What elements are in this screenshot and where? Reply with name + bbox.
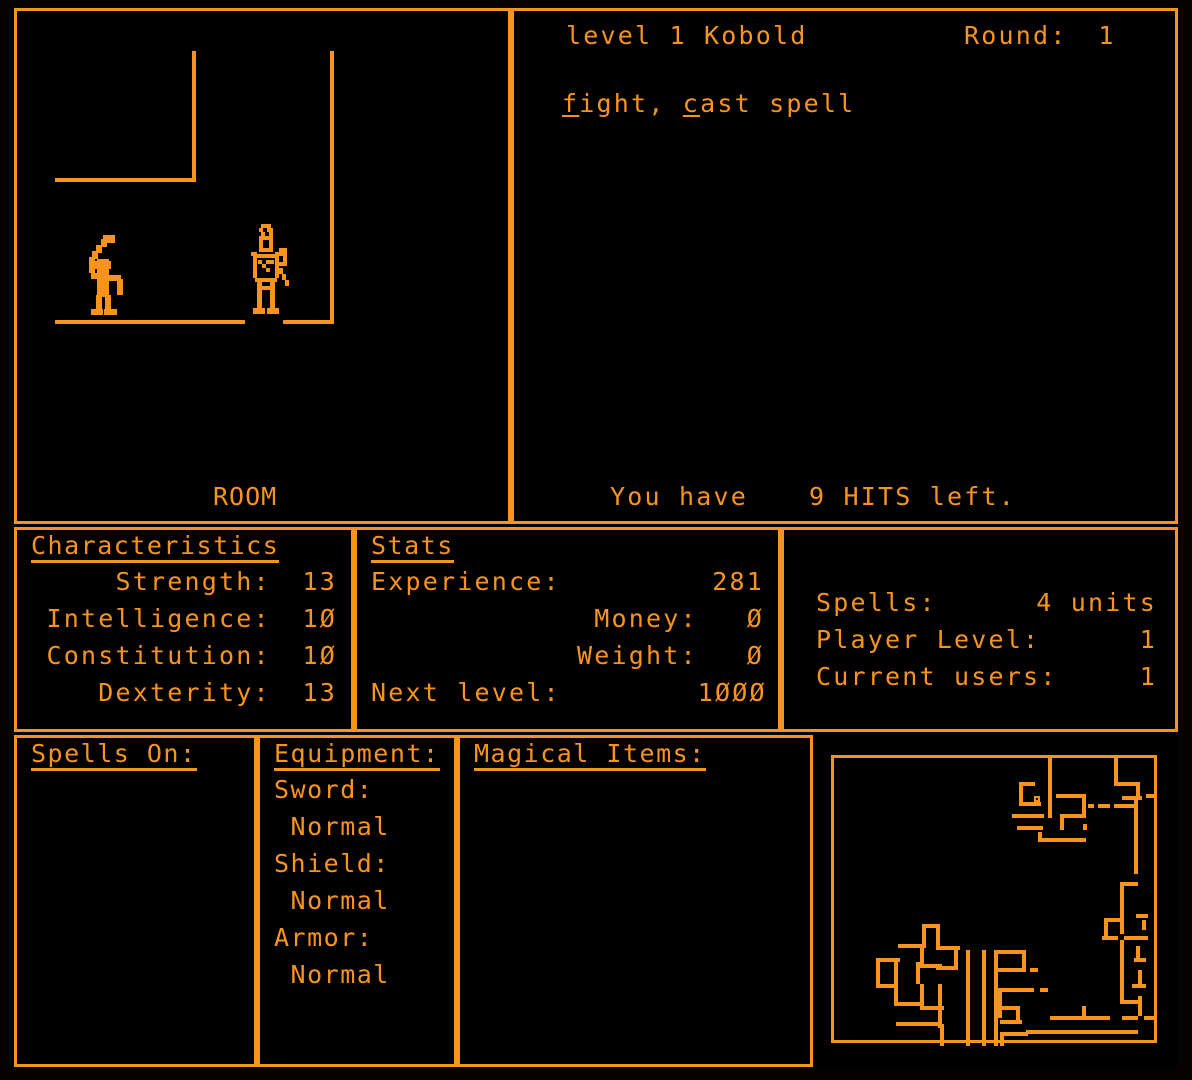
stat-value: 1Ø (302, 604, 337, 634)
stat-key: Constitution: (46, 641, 271, 671)
stat-value: 13 (302, 678, 337, 708)
minimap-maze (834, 758, 1156, 1046)
stat-key: Experience: (371, 567, 561, 597)
session-info-panel: Spells: 4 units Player Level: 1 Current … (781, 527, 1178, 732)
action-fight-hotkey[interactable]: f (562, 89, 579, 118)
stat-value: Ø (746, 604, 764, 634)
stat-value: 13 (302, 567, 337, 597)
stat-row: Next level: 1ØØØ (357, 674, 778, 711)
game-screen: ROOM level 1 Kobold Round: 1 fight, cast … (0, 0, 1192, 1080)
hits-value: 9 (809, 482, 827, 511)
stats-rows: Experience: 281 Money: Ø Weight: Ø Next … (357, 563, 778, 711)
stat-key: Weight: (577, 641, 698, 671)
room-viewport: ROOM (14, 8, 511, 524)
round-indicator: Round: 1 (964, 21, 1116, 50)
room-wall-vertical-upper (192, 51, 196, 182)
knight-figure (251, 224, 289, 314)
info-value: 4 units (1036, 588, 1157, 617)
stat-value: 1ØØØ (697, 678, 767, 708)
info-row: Player Level: 1 (784, 621, 1175, 658)
hits-suffix: HITS left. (843, 482, 1017, 511)
room-wall-vertical-right (330, 51, 334, 324)
magical-items-panel: Magical Items: (457, 735, 813, 1067)
equipment-line: Sword: (274, 775, 374, 805)
equipment-line: Normal (274, 812, 390, 842)
stat-row: Constitution: 1Ø (17, 637, 351, 674)
action-cast-hotkey[interactable]: c (683, 89, 700, 118)
room-wall-horizontal-right (283, 320, 334, 324)
characteristics-rows: Strength: 13 Intelligence: 1Ø Constituti… (17, 563, 351, 711)
stat-key: Strength: (115, 567, 271, 597)
equipment-line: Normal (274, 886, 390, 916)
stat-value: 281 (712, 567, 764, 597)
info-value: 1 (1139, 662, 1157, 691)
spells-on-panel: Spells On: (14, 735, 257, 1067)
stat-key: Next level: (371, 678, 561, 708)
info-key: Spells: (816, 588, 937, 617)
info-value: 1 (1139, 625, 1157, 654)
round-label: Round: (964, 21, 1068, 50)
stat-key: Intelligence: (46, 604, 271, 634)
info-row: Current users: 1 (784, 658, 1175, 695)
round-value: 1 (1098, 21, 1116, 50)
stats-panel: Stats Experience: 281 Money: Ø Weight: Ø… (354, 527, 781, 732)
stats-title: Stats (357, 530, 778, 564)
room-wall-horizontal-upper (55, 178, 196, 182)
stat-row: Experience: 281 (357, 563, 778, 600)
spells-on-title: Spells On: (17, 738, 254, 772)
kobold-figure (89, 235, 123, 315)
minimap-panel (813, 735, 1178, 1067)
magical-items-title: Magical Items: (460, 738, 810, 772)
room-scene (17, 11, 508, 521)
stat-key: Dexterity: (98, 678, 271, 708)
stat-row: Weight: Ø (357, 637, 778, 674)
minimap-frame[interactable] (831, 755, 1157, 1046)
stat-value: Ø (746, 641, 764, 671)
stat-key: Money: (594, 604, 698, 634)
info-row: Spells: 4 units (784, 584, 1175, 621)
action-separator (666, 89, 683, 118)
room-floor-left (55, 320, 245, 324)
stat-row: Strength: 13 (17, 563, 351, 600)
hits-status: You have 9 HITS left. (610, 482, 1016, 511)
stat-row: Money: Ø (357, 600, 778, 637)
hits-suffix-space (826, 482, 843, 511)
stat-row: Dexterity: 13 (17, 674, 351, 711)
info-key: Current users: (816, 662, 1058, 691)
action-prompt: fight, cast spell (562, 89, 855, 118)
equipment-title: Equipment: (260, 738, 454, 772)
action-fight-label[interactable]: ight, (579, 89, 665, 118)
equipment-line: Shield: (274, 849, 390, 879)
equipment-line: Armor: (274, 923, 374, 953)
characteristics-panel: Characteristics Strength: 13 Intelligenc… (14, 527, 354, 732)
equipment-line: Normal (274, 960, 390, 990)
characteristics-title: Characteristics (17, 530, 351, 564)
session-info-rows: Spells: 4 units Player Level: 1 Current … (784, 530, 1175, 695)
info-key: Player Level: (816, 625, 1041, 654)
action-cast-label[interactable]: ast spell (700, 89, 855, 118)
current-position-dot (1034, 796, 1040, 802)
hits-prefix: You have (610, 482, 749, 511)
stat-row: Intelligence: 1Ø (17, 600, 351, 637)
enemy-descriptor: level 1 Kobold (566, 21, 808, 50)
message-panel: level 1 Kobold Round: 1 fight, cast spell… (511, 8, 1178, 524)
equipment-list: Sword: Normal Shield: Normal Armor: Norm… (260, 771, 454, 993)
stat-value: 1Ø (302, 641, 337, 671)
equipment-panel: Equipment: Sword: Normal Shield: Normal … (257, 735, 457, 1067)
room-label: ROOM (213, 482, 278, 511)
